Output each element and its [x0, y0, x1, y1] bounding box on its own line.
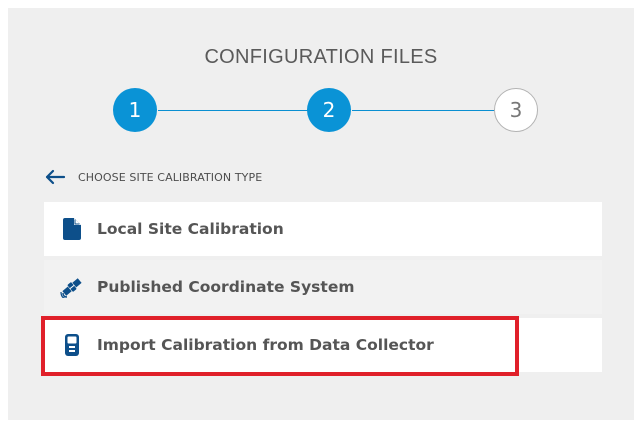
stepper-connector: [352, 110, 504, 111]
option-published-coordinate-system[interactable]: Published Coordinate System: [44, 260, 602, 314]
back-link[interactable]: CHOOSE SITE CALIBRATION TYPE: [44, 166, 262, 188]
step-1[interactable]: 1: [113, 88, 157, 132]
calibration-option-list: Local Site Calibration Published Coordin…: [44, 202, 602, 376]
arrow-left-icon[interactable]: [44, 169, 66, 185]
option-label: Published Coordinate System: [97, 278, 355, 296]
progress-stepper: 1 2 3: [110, 88, 540, 132]
step-3[interactable]: 3: [494, 88, 538, 132]
option-local-site-calibration[interactable]: Local Site Calibration: [44, 202, 602, 256]
page-title: CONFIGURATION FILES: [204, 46, 438, 68]
option-label: Local Site Calibration: [97, 220, 284, 238]
option-import-calibration-from-data-collector[interactable]: Import Calibration from Data Collector: [44, 318, 602, 372]
document-icon: [60, 217, 84, 241]
back-link-label: CHOOSE SITE CALIBRATION TYPE: [78, 170, 263, 184]
stepper-connector: [158, 110, 310, 111]
step-2[interactable]: 2: [307, 88, 351, 132]
option-label: Import Calibration from Data Collector: [97, 336, 434, 354]
data-collector-icon: [60, 333, 84, 357]
satellite-icon: [60, 275, 84, 299]
